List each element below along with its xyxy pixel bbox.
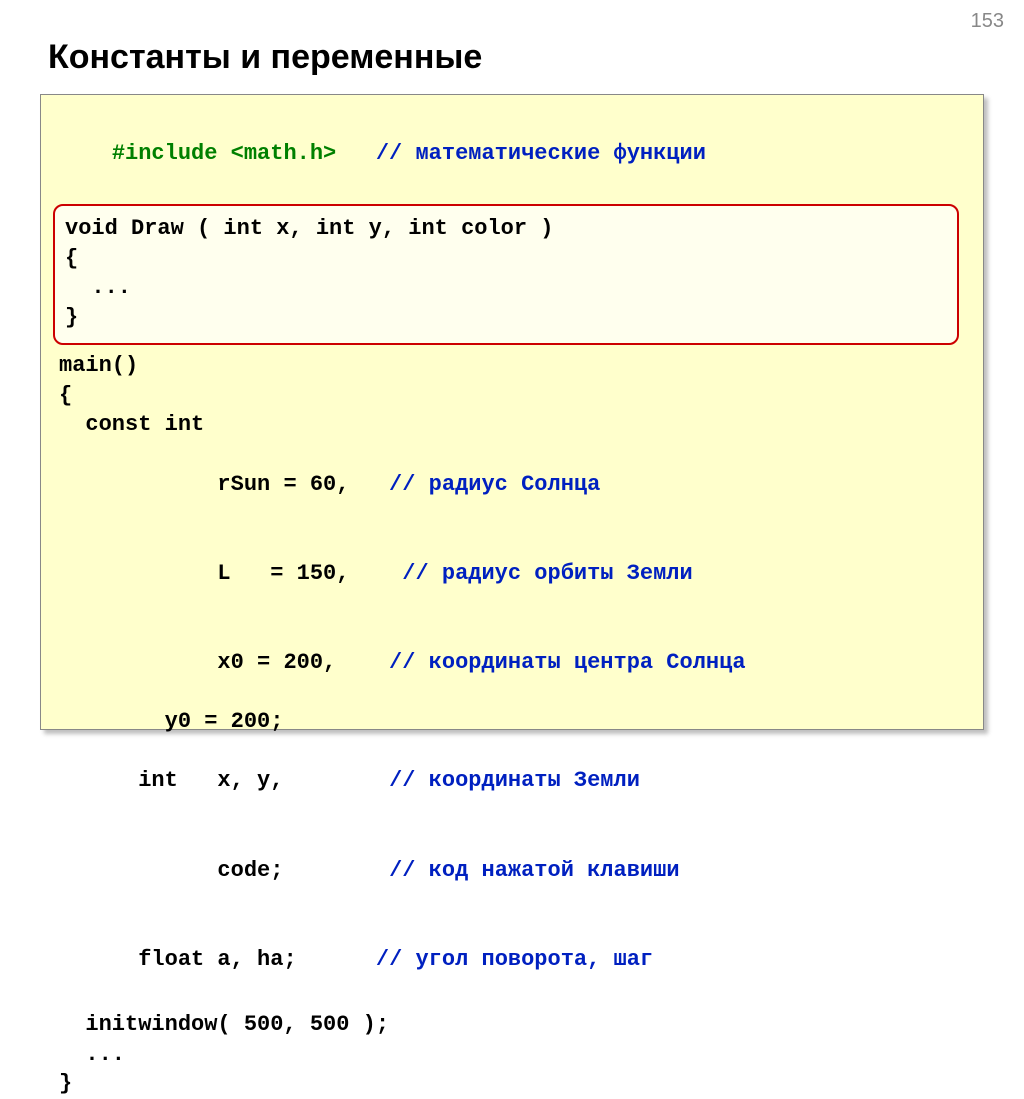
main-brace-close: }: [59, 1069, 965, 1099]
code-block: #include <math.h> // математические функ…: [40, 94, 984, 730]
float-comment: // угол поворота, шаг: [297, 947, 653, 972]
function-box: void Draw ( int x, int y, int color ) { …: [53, 204, 959, 345]
main-brace-open: {: [59, 381, 965, 411]
slide-title: Константы и переменные: [48, 38, 482, 77]
code-decl: code;: [112, 858, 284, 883]
func-ellipsis: ...: [65, 273, 947, 303]
main-ellipsis: ...: [59, 1040, 965, 1070]
y0-decl: y0 = 200;: [59, 707, 965, 737]
include-directive: #include <math.h>: [112, 141, 336, 166]
main-signature: main(): [59, 351, 965, 381]
include-comment: // математические функции: [376, 141, 706, 166]
initwindow-call: initwindow( 500, 500 );: [59, 1010, 965, 1040]
x0-decl: x0 = 200,: [112, 650, 336, 675]
float-decl: float a, ha;: [112, 947, 297, 972]
func-brace-open: {: [65, 244, 947, 274]
page-number: 153: [971, 10, 1004, 33]
L-comment: // радиус орбиты Земли: [349, 561, 692, 586]
x0-comment: // координаты центра Солнца: [336, 650, 745, 675]
L-decl: L = 150,: [112, 561, 350, 586]
rSun-decl: rSun = 60,: [112, 472, 350, 497]
const-keyword: const int: [59, 410, 965, 440]
int-comment: // координаты Земли: [283, 768, 639, 793]
func-brace-close: }: [65, 303, 947, 333]
int-decl: int x, y,: [112, 768, 284, 793]
func-signature: void Draw ( int x, int y, int color ): [65, 214, 947, 244]
code-comment: // код нажатой клавиши: [283, 858, 679, 883]
rSun-comment: // радиус Солнца: [349, 472, 600, 497]
